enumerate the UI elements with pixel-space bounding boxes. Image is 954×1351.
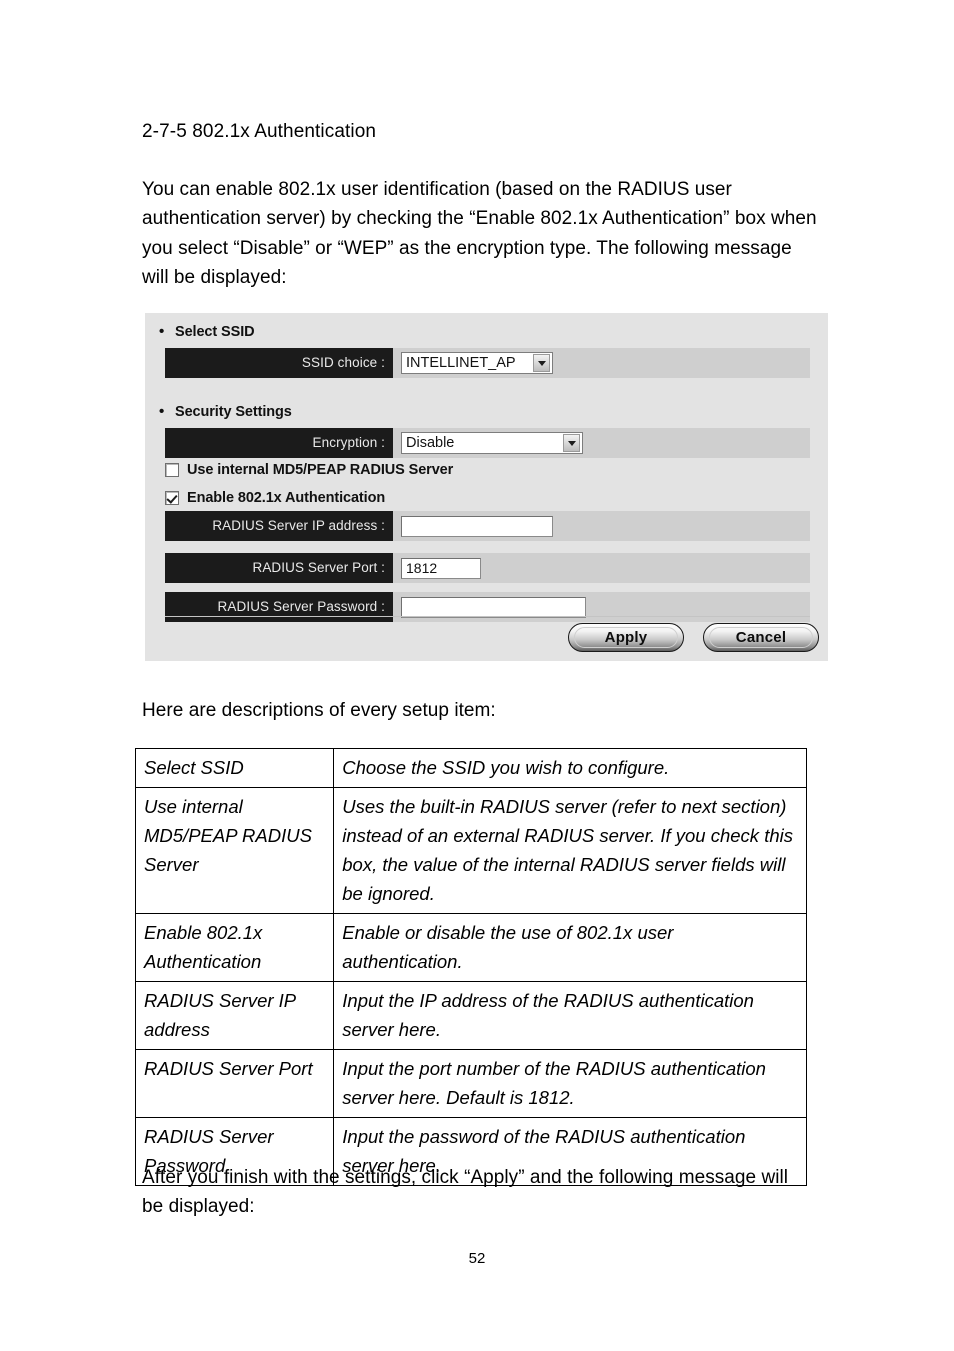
apply-button-label: Apply [604,629,648,646]
separator [165,616,810,617]
setup-item-description-table: Select SSID Choose the SSID you wish to … [134,748,807,1186]
button-bar: Apply Cancel [165,623,819,653]
encryption-selected-value: Disable [406,435,455,451]
settings-panel: Select SSID SSID choice : INTELLINET_AP … [145,313,828,661]
encryption-select[interactable]: Disable [401,432,583,454]
radius-port-value-area: 1812 [401,553,481,583]
section-heading-security-settings: Security Settings [159,403,292,420]
table-cell-term: Use internal MD5/PEAP RADIUS Server [134,787,335,914]
table-body: Select SSID Choose the SSID you wish to … [134,748,807,1186]
encryption-value-area: Disable [401,428,583,458]
field-row-encryption: Encryption : Disable [165,428,810,458]
chevron-down-icon[interactable] [533,354,550,372]
table-row: RADIUS Server IP address Input the IP ad… [134,981,807,1050]
descriptions-lead-paragraph: Here are descriptions of every setup ite… [142,700,496,721]
radius-password-value-area [401,592,586,622]
page-number: 52 [468,1250,486,1267]
table-cell-definition: Input the IP address of the RADIUS authe… [333,981,807,1050]
checkbox-enable-8021x[interactable] [165,491,179,505]
checkbox-use-internal-radius[interactable] [165,463,179,477]
router-settings-screenshot: Select SSID SSID choice : INTELLINET_AP … [145,313,828,661]
table-cell-definition: Uses the built-in RADIUS server (refer t… [333,787,807,914]
checkbox-row-use-internal-radius[interactable]: Use internal MD5/PEAP RADIUS Server [165,462,453,478]
radius-ip-value-area [401,511,553,541]
ssid-choice-label: SSID choice : [165,348,393,378]
table-cell-definition: Choose the SSID you wish to configure. [333,748,807,788]
radius-ip-input[interactable] [401,515,553,537]
table-row: Enable 802.1x Authentication Enable or d… [134,913,807,982]
field-row-radius-password: RADIUS Server Password : [165,592,810,622]
table-cell-definition: Input the port number of the RADIUS auth… [333,1049,807,1118]
document-page: 2-7-5 802.1x Authentication You can enab… [0,0,954,1351]
table-row: RADIUS Server Port Input the port number… [134,1049,807,1118]
field-row-radius-ip: RADIUS Server IP address : [165,511,810,541]
table-row: Select SSID Choose the SSID you wish to … [134,748,807,788]
radius-port-input[interactable]: 1812 [401,557,481,579]
table-cell-term: RADIUS Server IP address [134,981,335,1050]
intro-paragraph: You can enable 802.1x user identificatio… [142,179,817,289]
encryption-label: Encryption : [165,428,393,458]
table-cell-term: Enable 802.1x Authentication [134,913,335,982]
radius-port-label: RADIUS Server Port : [165,553,393,583]
apply-button[interactable]: Apply [568,623,684,652]
checkbox-row-enable-8021x[interactable]: Enable 802.1x Authentication [165,490,385,506]
section-heading-select-ssid: Select SSID [159,323,255,340]
radius-password-label: RADIUS Server Password : [165,592,393,622]
field-row-radius-port: RADIUS Server Port : 1812 [165,553,810,583]
field-row-ssid-choice: SSID choice : INTELLINET_AP [165,348,810,378]
page-title: 2-7-5 802.1x Authentication [142,121,377,142]
chevron-down-icon[interactable] [563,434,580,452]
ssid-choice-selected-value: INTELLINET_AP [406,355,516,371]
table-cell-term: RADIUS Server Port [134,1049,335,1118]
table-cell-term: Select SSID [134,748,335,788]
table-row: Use internal MD5/PEAP RADIUS Server Uses… [134,787,807,914]
radius-ip-label: RADIUS Server IP address : [165,511,393,541]
checkbox-label-use-internal-radius: Use internal MD5/PEAP RADIUS Server [187,462,454,478]
closing-paragraph: After you finish with the settings, clic… [142,1167,789,1218]
ssid-choice-value-area: INTELLINET_AP [401,348,553,378]
table-cell-definition: Enable or disable the use of 802.1x user… [333,913,807,982]
checkbox-label-enable-8021x: Enable 802.1x Authentication [187,490,386,506]
cancel-button-label: Cancel [735,629,787,646]
ssid-choice-select[interactable]: INTELLINET_AP [401,352,553,374]
cancel-button[interactable]: Cancel [703,623,819,652]
radius-password-input[interactable] [401,596,586,618]
